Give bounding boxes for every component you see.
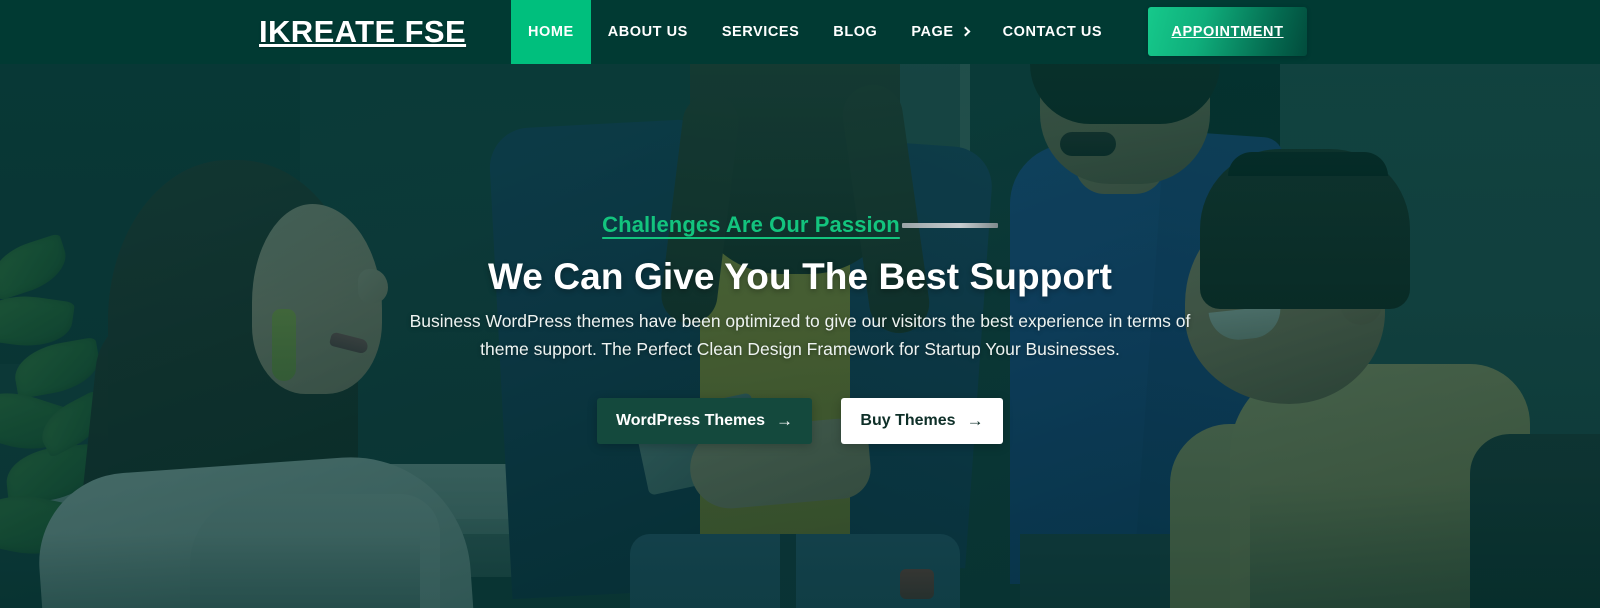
page-root: Challenges Are Our Passion We Can Give Y…	[0, 0, 1600, 608]
site-header: IKREATE FSE HOME ABOUT US SERVICES BLOG …	[0, 0, 1600, 64]
hero-title: We Can Give You The Best Support	[487, 256, 1113, 297]
appointment-button[interactable]: APPOINTMENT	[1148, 7, 1307, 56]
eyebrow-divider-line	[901, 222, 998, 228]
arrow-right-icon: →	[776, 410, 794, 430]
nav-item-page-label: PAGE	[911, 24, 954, 40]
arrow-right-icon: →	[966, 410, 984, 430]
nav-item-services[interactable]: SERVICES	[705, 0, 816, 64]
chevron-right-icon	[960, 26, 971, 36]
nav-item-services-label: SERVICES	[721, 24, 800, 40]
hero-eyebrow-row: Challenges Are Our Passion	[0, 212, 1600, 238]
hero-action-buttons: WordPress Themes → Buy Themes →	[0, 398, 1600, 444]
nav-item-home-label: HOME	[528, 24, 574, 40]
wordpress-themes-button-label: WordPress Themes	[615, 412, 766, 429]
site-logo[interactable]: IKREATE FSE	[259, 0, 466, 64]
hero-section: Challenges Are Our Passion We Can Give Y…	[0, 64, 1600, 608]
nav-item-page[interactable]: PAGE	[894, 0, 985, 64]
nav-item-about-us[interactable]: ABOUT US	[591, 0, 705, 64]
nav-item-about-us-label: ABOUT US	[607, 24, 688, 40]
appointment-button-label: APPOINTMENT	[1171, 23, 1284, 40]
hero-content: Challenges Are Our Passion We Can Give Y…	[0, 64, 1600, 608]
wordpress-themes-button[interactable]: WordPress Themes →	[597, 398, 812, 444]
nav-item-contact-us-label: CONTACT US	[1002, 24, 1103, 40]
buy-themes-button-label: Buy Themes	[860, 412, 956, 429]
hero-eyebrow: Challenges Are Our Passion	[602, 212, 900, 237]
nav-item-blog-label: BLOG	[833, 24, 878, 40]
main-navigation: HOME ABOUT US SERVICES BLOG PAGE CONTACT…	[511, 0, 1119, 64]
nav-item-contact-us[interactable]: CONTACT US	[986, 0, 1119, 64]
buy-themes-button[interactable]: Buy Themes →	[841, 398, 1003, 444]
nav-item-blog[interactable]: BLOG	[816, 0, 894, 64]
hero-description: Business WordPress themes have been opti…	[409, 311, 1191, 360]
nav-item-home[interactable]: HOME	[511, 0, 591, 64]
